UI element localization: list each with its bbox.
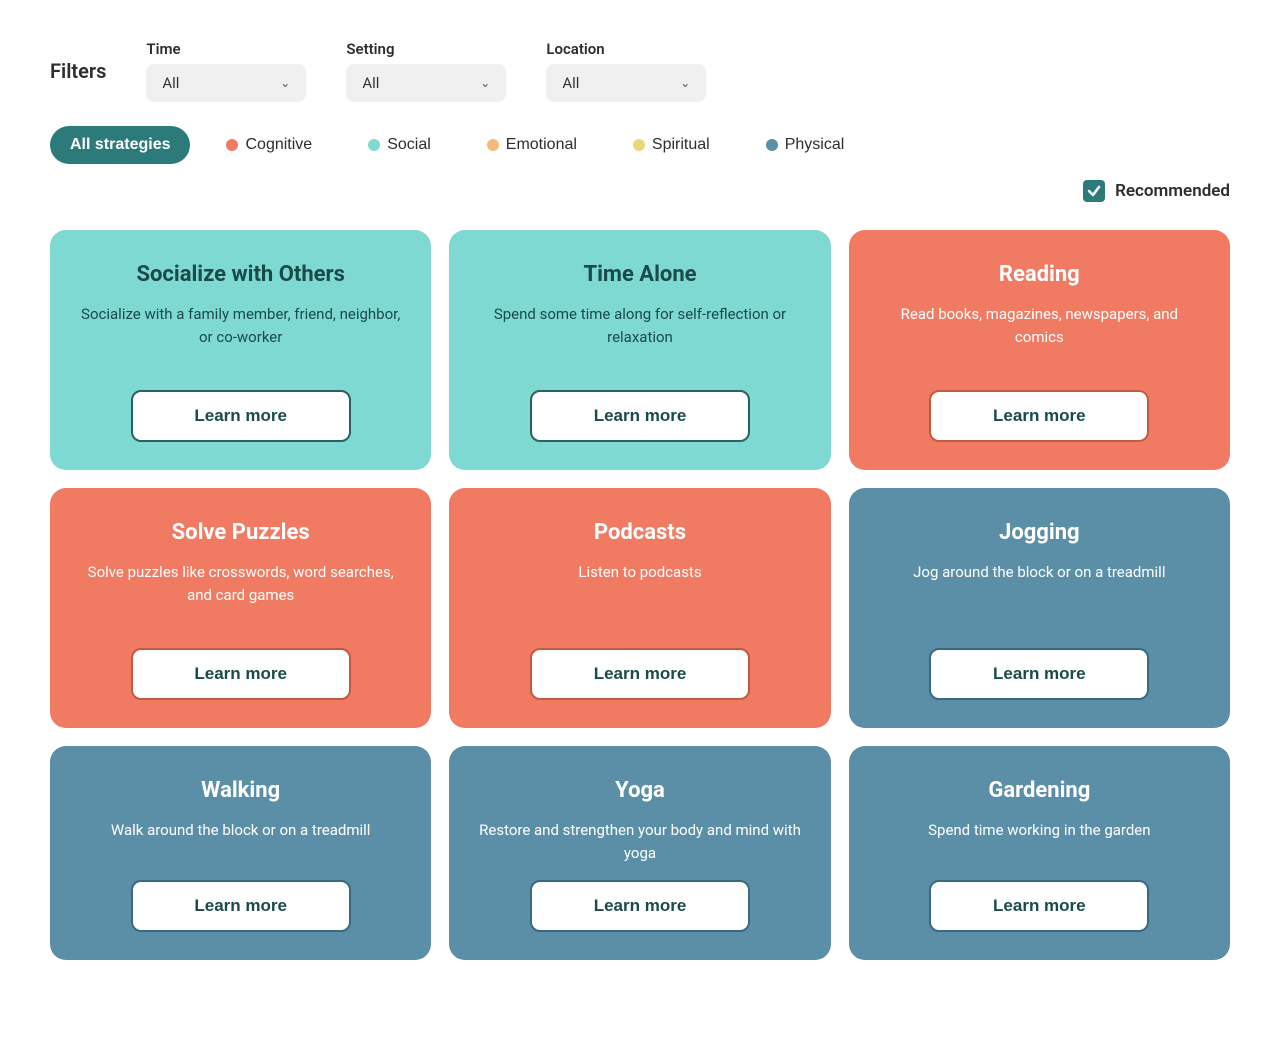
social-dot-icon (368, 139, 380, 151)
setting-filter-value: All (362, 74, 379, 92)
card-desc-time-alone: Spend some time along for self-reflectio… (477, 303, 802, 348)
card-desc-jogging: Jog around the block or on a treadmill (913, 561, 1165, 584)
category-pill-label-spiritual: Spiritual (652, 136, 710, 154)
category-pill-label-physical: Physical (785, 136, 845, 154)
card-title-reading: Reading (999, 262, 1080, 287)
physical-dot-icon (766, 139, 778, 151)
setting-filter-select[interactable]: All ⌄ (346, 64, 506, 102)
card-socialize: Socialize with Others Socialize with a fa… (50, 230, 431, 470)
spiritual-dot-icon (633, 139, 645, 151)
recommended-row: Recommended (50, 180, 1230, 202)
emotional-dot-icon (487, 139, 499, 151)
card-desc-podcasts: Listen to podcasts (578, 561, 701, 584)
category-pill-cognitive[interactable]: Cognitive (206, 126, 332, 164)
card-walking: Walking Walk around the block or on a tre… (50, 746, 431, 960)
learn-more-button-yoga[interactable]: Learn more (530, 880, 750, 932)
category-pill-emotional[interactable]: Emotional (467, 126, 597, 164)
card-desc-solve-puzzles: Solve puzzles like crosswords, word sear… (78, 561, 403, 606)
category-row: All strategies Cognitive Social Emotional Sp… (50, 126, 1230, 164)
location-filter-value: All (562, 74, 579, 92)
setting-chevron-icon: ⌄ (480, 76, 490, 90)
learn-more-button-socialize[interactable]: Learn more (131, 390, 351, 442)
location-filter-label: Location (546, 40, 706, 58)
card-title-walking: Walking (201, 778, 280, 803)
category-pill-social[interactable]: Social (348, 126, 451, 164)
card-desc-socialize: Socialize with a family member, friend, … (78, 303, 403, 348)
recommended-checkbox[interactable] (1083, 180, 1105, 202)
learn-more-button-walking[interactable]: Learn more (131, 880, 351, 932)
card-desc-reading: Read books, magazines, newspapers, and c… (877, 303, 1202, 348)
time-filter-group: Time All ⌄ (146, 40, 306, 102)
card-title-socialize: Socialize with Others (136, 262, 344, 287)
category-pill-label-emotional: Emotional (506, 136, 577, 154)
card-title-yoga: Yoga (615, 778, 665, 803)
location-chevron-icon: ⌄ (680, 76, 690, 90)
card-jogging: Jogging Jog around the block or on a trea… (849, 488, 1230, 728)
card-gardening: Gardening Spend time working in the garde… (849, 746, 1230, 960)
time-filter-label: Time (146, 40, 306, 58)
card-desc-yoga: Restore and strengthen your body and min… (477, 819, 802, 864)
learn-more-button-podcasts[interactable]: Learn more (530, 648, 750, 700)
learn-more-button-time-alone[interactable]: Learn more (530, 390, 750, 442)
category-pill-physical[interactable]: Physical (746, 126, 865, 164)
location-filter-select[interactable]: All ⌄ (546, 64, 706, 102)
card-reading: Reading Read books, magazines, newspapers… (849, 230, 1230, 470)
card-podcasts: Podcasts Listen to podcasts Learn more (449, 488, 830, 728)
card-solve-puzzles: Solve Puzzles Solve puzzles like crosswor… (50, 488, 431, 728)
card-title-time-alone: Time Alone (583, 262, 696, 287)
category-pill-label-all: All strategies (70, 136, 170, 154)
card-time-alone: Time Alone Spend some time along for self… (449, 230, 830, 470)
category-pill-spiritual[interactable]: Spiritual (613, 126, 730, 164)
card-title-gardening: Gardening (988, 778, 1090, 803)
card-yoga: Yoga Restore and strengthen your body and… (449, 746, 830, 960)
category-pill-label-social: Social (387, 136, 431, 154)
setting-filter-label: Setting (346, 40, 506, 58)
learn-more-button-reading[interactable]: Learn more (929, 390, 1149, 442)
card-desc-walking: Walk around the block or on a treadmill (111, 819, 371, 842)
time-chevron-icon: ⌄ (280, 76, 290, 90)
card-title-jogging: Jogging (999, 520, 1080, 545)
category-pill-label-cognitive: Cognitive (245, 136, 312, 154)
filters-row: Filters Time All ⌄ Setting All ⌄ Locatio… (50, 40, 1230, 102)
time-filter-select[interactable]: All ⌄ (146, 64, 306, 102)
card-title-solve-puzzles: Solve Puzzles (172, 520, 310, 545)
cards-grid: Socialize with Others Socialize with a fa… (50, 230, 1230, 960)
filters-label: Filters (50, 59, 106, 83)
learn-more-button-solve-puzzles[interactable]: Learn more (131, 648, 351, 700)
learn-more-button-jogging[interactable]: Learn more (929, 648, 1149, 700)
cognitive-dot-icon (226, 139, 238, 151)
setting-filter-group: Setting All ⌄ (346, 40, 506, 102)
location-filter-group: Location All ⌄ (546, 40, 706, 102)
learn-more-button-gardening[interactable]: Learn more (929, 880, 1149, 932)
category-pill-all[interactable]: All strategies (50, 126, 190, 164)
card-title-podcasts: Podcasts (594, 520, 686, 545)
recommended-label: Recommended (1115, 181, 1230, 201)
card-desc-gardening: Spend time working in the garden (928, 819, 1150, 842)
time-filter-value: All (162, 74, 179, 92)
